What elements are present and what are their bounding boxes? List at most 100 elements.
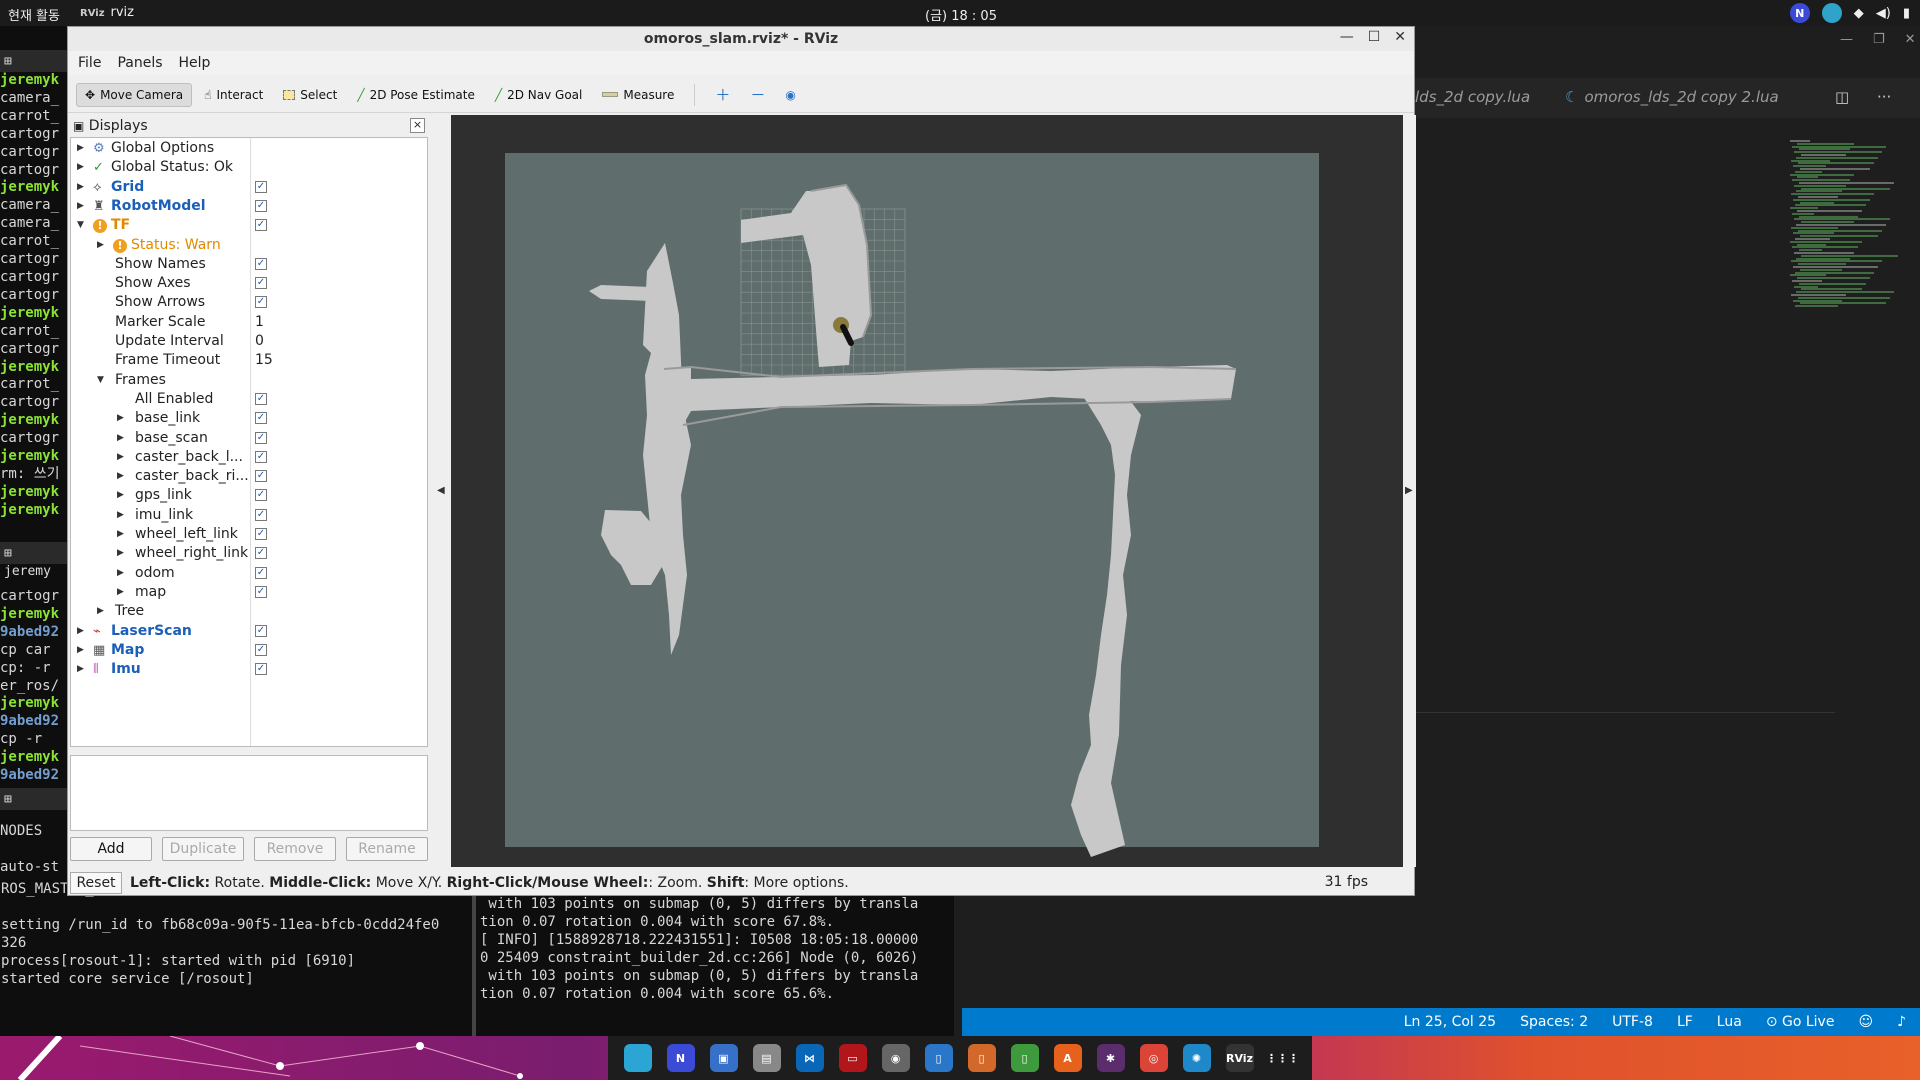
select-button[interactable]: Select	[275, 84, 345, 106]
display-row-robotmodel[interactable]: ▶ ♜ RobotModel ✓	[71, 197, 427, 216]
display-row-global-options[interactable]: ▶ ⚙ Global Options	[71, 139, 427, 158]
terminal-tab-3[interactable]: ⊞	[0, 788, 70, 810]
collapse-right-icon[interactable]: ▶	[1405, 485, 1413, 496]
line-ending[interactable]: LF	[1677, 1014, 1693, 1030]
display-row-gps-link[interactable]: ▶ gps_link ✓	[71, 486, 427, 505]
display-row-show-names[interactable]: Show Names ✓	[71, 255, 427, 274]
enabled-checkbox[interactable]: ✓	[255, 450, 267, 463]
window-title[interactable]: omoros_slam.rviz* - RViz	[68, 27, 1414, 51]
expand-arrow-icon[interactable]: ▶	[77, 622, 84, 641]
left-panel-toggle[interactable]: ◀	[432, 115, 451, 867]
enabled-checkbox[interactable]: ✓	[255, 180, 267, 193]
expand-arrow-icon[interactable]: ▶	[117, 544, 124, 563]
pose-estimate-button[interactable]: ╱ 2D Pose Estimate	[349, 84, 483, 106]
enabled-checkbox[interactable]: ✓	[255, 528, 267, 540]
display-row-wheel-right-link[interactable]: ▶ wheel_right_link ✓	[71, 544, 427, 563]
expand-arrow-icon[interactable]: ▶	[117, 409, 124, 428]
cursor-position[interactable]: Ln 25, Col 25	[1404, 1014, 1496, 1030]
enabled-checkbox[interactable]: ✓	[255, 585, 267, 598]
expand-arrow-icon[interactable]: ▶	[117, 448, 124, 467]
app-grid-icon[interactable]: ⋮⋮⋮	[1266, 1044, 1299, 1072]
view-tool-icon[interactable]: ◉	[777, 84, 803, 106]
language-mode[interactable]: Lua	[1717, 1014, 1742, 1030]
expand-arrow-icon[interactable]: ▶	[97, 236, 104, 255]
files-dock-icon[interactable]: ▣	[709, 1044, 738, 1072]
expand-arrow-icon[interactable]: ▶	[77, 158, 84, 177]
enabled-checkbox[interactable]: ✓	[255, 219, 267, 232]
terminal-tab[interactable]: ⊞	[0, 50, 70, 72]
display-row-imu-link[interactable]: ▶ imu_link ✓	[71, 506, 427, 525]
clock[interactable]: (금) 18 : 05	[925, 5, 997, 24]
rviz-dock-icon[interactable]: RViz	[1225, 1044, 1254, 1072]
expand-arrow-icon[interactable]: ▶	[97, 602, 104, 621]
enabled-checkbox[interactable]: ✓	[255, 643, 267, 656]
close-icon[interactable]: ✕	[1394, 29, 1406, 45]
display-row-frames[interactable]: ▼ Frames	[71, 371, 427, 390]
battery-icon[interactable]: ▮	[1903, 6, 1910, 21]
minimize-icon[interactable]: —	[1340, 29, 1354, 45]
enabled-checkbox[interactable]: ✓	[255, 199, 267, 212]
go-live-button[interactable]: ⊙ Go Live	[1766, 1014, 1835, 1030]
enabled-checkbox[interactable]: ✓	[255, 547, 267, 560]
collapse-arrow-icon[interactable]: ▼	[97, 371, 104, 390]
activities-button[interactable]: 현재 활동	[8, 5, 60, 24]
maximize-icon[interactable]: ☐	[1368, 29, 1381, 45]
display-row-global-status-ok[interactable]: ▶ ✓ Global Status: Ok	[71, 158, 427, 177]
notion-dock-icon[interactable]: N	[666, 1044, 695, 1072]
writer-dock-icon[interactable]: ▯	[924, 1044, 953, 1072]
vscode-minimap[interactable]	[1790, 140, 1900, 310]
enabled-checkbox[interactable]: ✓	[255, 392, 267, 405]
occupancy-map[interactable]	[451, 115, 1403, 867]
minimize-icon[interactable]: —	[1840, 32, 1853, 47]
menu-panels[interactable]: Panels	[117, 55, 162, 71]
bluetooth-app-dock-icon[interactable]	[623, 1044, 652, 1072]
nav-goal-button[interactable]: ╱ 2D Nav Goal	[487, 84, 591, 106]
remove-tool-icon[interactable]: －	[742, 80, 773, 109]
impress-dock-icon[interactable]: ▯	[967, 1044, 996, 1072]
display-row-wheel-left-link[interactable]: ▶ wheel_left_link ✓	[71, 525, 427, 544]
window-controls[interactable]: — ☐ ✕	[1340, 29, 1406, 45]
display-row-show-arrows[interactable]: Show Arrows ✓	[71, 293, 427, 312]
display-row-frame-timeout[interactable]: Frame Timeout 15	[71, 351, 427, 370]
expand-arrow-icon[interactable]: ▶	[117, 429, 124, 448]
indentation[interactable]: Spaces: 2	[1520, 1014, 1588, 1030]
enabled-checkbox[interactable]: ✓	[255, 566, 267, 579]
bluetooth-app-icon[interactable]	[1821, 3, 1842, 23]
display-row-map[interactable]: ▶ ▦ Map ✓	[71, 641, 427, 660]
property-value[interactable]: 15	[255, 351, 273, 370]
bell-icon[interactable]: ♪	[1897, 1014, 1906, 1030]
property-value[interactable]: 0	[255, 332, 264, 351]
display-row-marker-scale[interactable]: Marker Scale 1	[71, 313, 427, 332]
enabled-checkbox[interactable]: ✓	[255, 470, 267, 483]
expand-arrow-icon[interactable]: ▶	[117, 467, 124, 486]
enabled-checkbox[interactable]: ✓	[255, 431, 267, 444]
enabled-checkbox[interactable]: ✓	[255, 296, 267, 309]
menu-help[interactable]: Help	[179, 55, 211, 71]
terminal-dock-icon[interactable]: ▭	[838, 1044, 867, 1072]
right-panel-toggle[interactable]: ▶	[1403, 115, 1416, 867]
display-row-tf[interactable]: ▼! TF ✓	[71, 216, 427, 235]
expand-arrow-icon[interactable]: ▶	[77, 139, 84, 158]
terminal-tab-2[interactable]: ⊞ jeremy	[0, 542, 70, 579]
enabled-checkbox[interactable]: ✓	[255, 663, 267, 676]
vscode-dock-icon[interactable]: ⋈	[795, 1044, 824, 1072]
system-tray[interactable]: N ◆ ◀) ▮	[1789, 3, 1910, 23]
software-center-dock-icon[interactable]: A	[1053, 1044, 1082, 1072]
expand-arrow-icon[interactable]: ▶	[117, 486, 124, 505]
ros-dock-icon[interactable]: ✺	[1182, 1044, 1211, 1072]
enabled-checkbox[interactable]: ✓	[255, 508, 267, 521]
split-editor-icon[interactable]: ◫	[1835, 88, 1849, 106]
enabled-checkbox[interactable]: ✓	[255, 489, 267, 502]
display-row-caster-back-l[interactable]: ▶ caster_back_l... ✓	[71, 448, 427, 467]
interact-button[interactable]: ☝ Interact	[196, 84, 271, 106]
display-row-all-enabled[interactable]: All Enabled ✓	[71, 390, 427, 409]
move-camera-button[interactable]: ✥ Move Camera	[76, 82, 193, 107]
measure-button[interactable]: Measure	[594, 84, 682, 106]
add-button[interactable]: Add	[70, 837, 152, 861]
calc-dock-icon[interactable]: ▯	[1010, 1044, 1039, 1072]
terminal-cartographer-output[interactable]: with 103 points on submap (0, 5) differs…	[476, 895, 954, 1036]
expand-arrow-icon[interactable]: ▶	[117, 506, 124, 525]
app-menu[interactable]: RViz rviz	[80, 5, 134, 20]
volume-icon[interactable]: ◀)	[1876, 6, 1891, 21]
display-row-odom[interactable]: ▶ odom ✓	[71, 564, 427, 583]
